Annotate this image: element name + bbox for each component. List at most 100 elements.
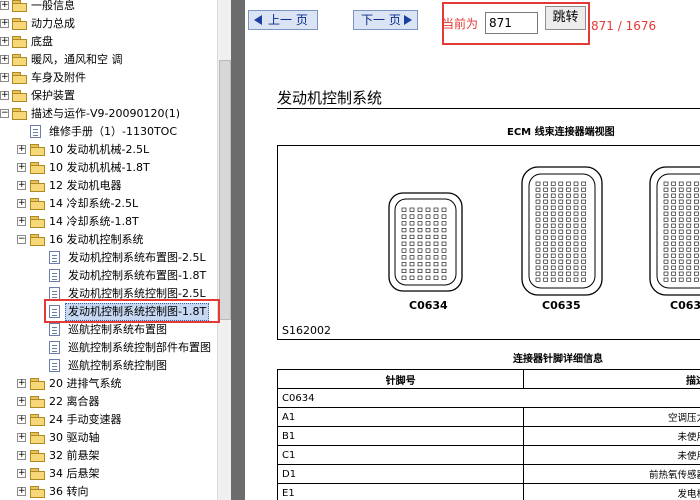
tree-item-label: 车身及附件: [31, 71, 86, 84]
tree-item[interactable]: +14 冷却系统-2.5L: [0, 195, 217, 213]
tree-item[interactable]: 巡航控制系统控制部件布置图: [0, 339, 217, 357]
folder-icon: [30, 180, 46, 192]
jump-button[interactable]: 跳转: [545, 6, 586, 30]
tree-item[interactable]: 发动机控制系统布置图-2.5L: [0, 249, 217, 267]
current-page-label: 当前为: [442, 17, 479, 31]
tree-item[interactable]: 维修手册（1）-1130TOC: [0, 123, 217, 141]
tree-item-label: 12 发动机电器: [49, 179, 122, 192]
tree-item-label: 发动机控制系统布置图-1.8T: [68, 269, 207, 282]
tree-item-label: 32 前悬架: [49, 449, 100, 462]
tree-item[interactable]: − 16 发动机控制系统: [0, 231, 217, 249]
pin-description: 前热氧传感器: [523, 464, 700, 484]
page-number-input[interactable]: [485, 12, 538, 34]
expand-icon[interactable]: +: [17, 145, 26, 154]
tree-item[interactable]: +36 转向: [0, 483, 217, 500]
expand-icon[interactable]: +: [0, 91, 9, 100]
tree-item[interactable]: +14 冷却系统-1.8T: [0, 213, 217, 231]
arrow-right-icon: [404, 15, 412, 25]
tree-item[interactable]: +12 发动机电器: [0, 177, 217, 195]
navigation-tree: + 一般信息 + 动力总成 + 底盘 + 暖风，通风和空 调 + 车身及附件 + 保护装置 − 描述与运作…: [0, 0, 231, 500]
folder-icon: [30, 144, 46, 156]
folder-icon: [30, 396, 46, 408]
connector-label: C0634: [409, 299, 448, 312]
tree-item[interactable]: + 车身及附件: [0, 69, 217, 87]
tree-item[interactable]: +20 进排气系统: [0, 375, 217, 393]
folder-icon: [12, 90, 28, 102]
expand-icon[interactable]: +: [17, 397, 26, 406]
tree-item-label: 维修手册（1）-1130TOC: [49, 125, 178, 138]
expand-icon[interactable]: +: [17, 217, 26, 226]
tree-item[interactable]: +22 离合器: [0, 393, 217, 411]
tree-item[interactable]: − 描述与运作-V9-20090120(1): [0, 105, 217, 123]
tree-item-label: 暖风，通风和空 调: [31, 53, 123, 66]
table-row: D1前热氧传感器: [276, 464, 700, 484]
expand-icon[interactable]: +: [17, 163, 26, 172]
tree-item-label: 20 进排气系统: [49, 377, 122, 390]
document-icon: [49, 269, 60, 282]
expand-icon[interactable]: +: [0, 19, 9, 28]
tree-item-label: 10 发动机机械-1.8T: [49, 161, 150, 174]
tree-item-label: 巡航控制系统布置图: [68, 323, 167, 336]
column-header: 针脚号: [276, 369, 525, 389]
expand-icon[interactable]: +: [0, 37, 9, 46]
tree-item[interactable]: + 暖风，通风和空 调: [0, 51, 217, 69]
document-icon: [49, 359, 60, 372]
prev-page-label: 上一 页: [268, 13, 308, 27]
expand-icon[interactable]: +: [0, 73, 9, 82]
tree-item[interactable]: + 保护装置: [0, 87, 217, 105]
collapse-icon[interactable]: −: [0, 109, 9, 118]
tree-item[interactable]: +30 驱动轴: [0, 429, 217, 447]
expand-icon[interactable]: +: [0, 1, 9, 10]
expand-icon[interactable]: +: [17, 199, 26, 208]
tree-item-label: 24 手动变速器: [49, 413, 122, 426]
folder-icon: [12, 18, 28, 30]
expand-icon[interactable]: +: [17, 181, 26, 190]
tree-item-label: 巡航控制系统控制图: [68, 359, 167, 372]
tree-item[interactable]: +10 发动机机械-2.5L: [0, 141, 217, 159]
tree-item-label: 30 驱动轴: [49, 431, 100, 444]
tree-scrollbar-thumb[interactable]: [219, 60, 231, 320]
tree-item[interactable]: + 一般信息: [0, 0, 217, 15]
tree-item[interactable]: 发动机控制系统布置图-1.8T: [0, 267, 217, 285]
pin-description: 空调压力: [523, 407, 700, 427]
expand-icon[interactable]: +: [17, 379, 26, 388]
folder-icon: [12, 54, 28, 66]
pane-splitter[interactable]: [231, 0, 245, 500]
tree-item[interactable]: + 底盘: [0, 33, 217, 51]
page-count: 871 / 1676: [591, 19, 657, 33]
expand-icon[interactable]: +: [17, 415, 26, 424]
tree-item[interactable]: 巡航控制系统控制图: [0, 357, 217, 375]
table-group-row: C0634: [277, 388, 700, 408]
expand-icon[interactable]: +: [17, 469, 26, 478]
tree-item[interactable]: +32 前悬架: [0, 447, 217, 465]
expand-icon[interactable]: +: [17, 451, 26, 460]
connector-diagram: [388, 166, 700, 296]
tree-item[interactable]: + 动力总成: [0, 15, 217, 33]
table-group-label: C0634: [277, 388, 700, 408]
folder-icon: [12, 108, 28, 120]
tree-item-label: 发动机控制系统布置图-2.5L: [68, 251, 206, 264]
tree-item-label: 描述与运作-V9-20090120(1): [31, 107, 181, 120]
document-icon: [49, 251, 60, 264]
tree-item[interactable]: +24 手动变速器: [0, 411, 217, 429]
figure-code: S162002: [282, 324, 331, 337]
document-icon: [49, 323, 60, 336]
pin-number: B1: [276, 426, 525, 446]
expand-icon[interactable]: +: [17, 487, 26, 496]
tree-item[interactable]: +10 发动机机械-1.8T: [0, 159, 217, 177]
document-viewer: 上一 页 下一 页 当前为 跳转 871 / 1676 发动机控制系统 ECM …: [245, 0, 700, 500]
collapse-icon[interactable]: −: [17, 235, 26, 244]
table-row: C1未使用: [276, 445, 700, 465]
tree-item[interactable]: +34 后悬架: [0, 465, 217, 483]
connector-label: C0635: [542, 299, 581, 312]
folder-icon: [30, 414, 46, 426]
figure-caption: ECM 线束连接器端视图: [507, 127, 615, 138]
next-page-button[interactable]: 下一 页: [353, 10, 418, 30]
tree-item-label: 巡航控制系统控制部件布置图: [68, 341, 211, 354]
prev-page-button[interactable]: 上一 页: [248, 10, 318, 30]
tree-item[interactable]: 巡航控制系统布置图: [0, 321, 217, 339]
expand-icon[interactable]: +: [17, 433, 26, 442]
tree-scrollbar[interactable]: [217, 0, 232, 500]
expand-icon[interactable]: +: [0, 55, 9, 64]
tree-item-label: 底盘: [31, 35, 53, 48]
